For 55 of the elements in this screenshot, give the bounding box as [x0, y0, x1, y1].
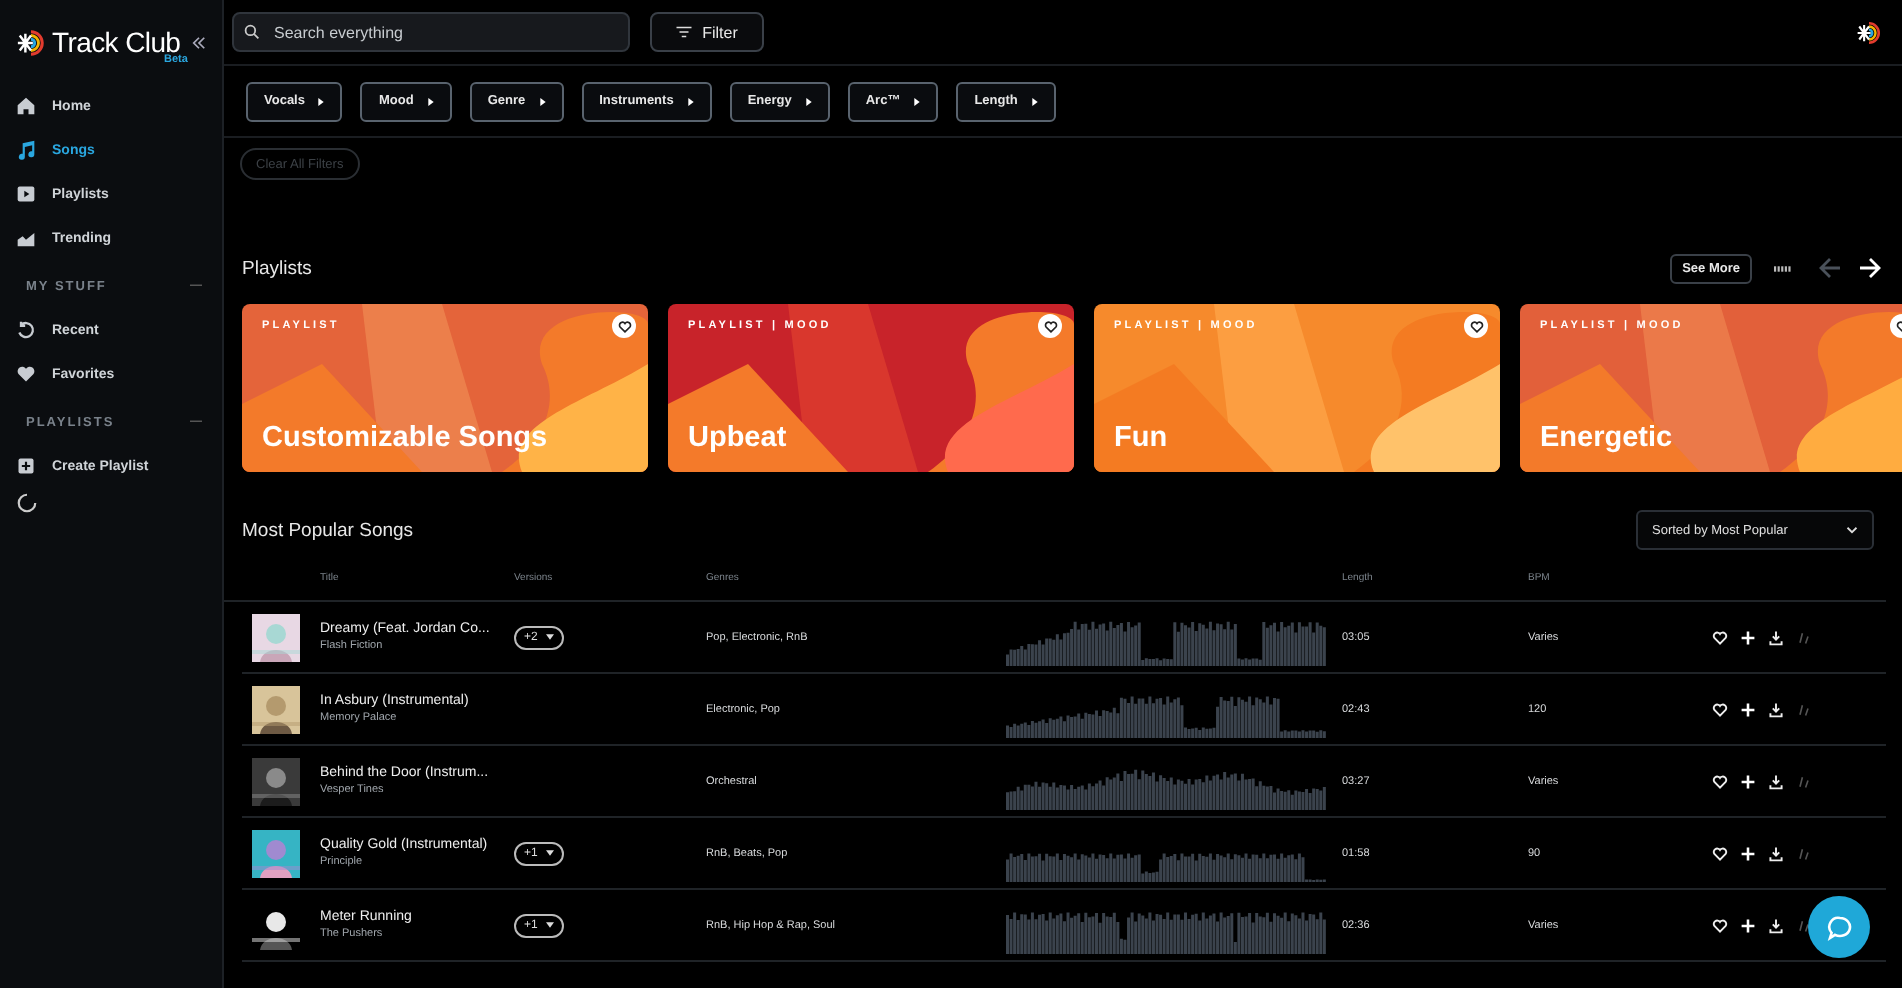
heart-icon	[1043, 319, 1057, 333]
download-icon[interactable]	[1768, 845, 1784, 861]
chart-icon	[16, 228, 36, 248]
slash-icon[interactable]	[1796, 917, 1812, 933]
download-icon[interactable]	[1768, 701, 1784, 717]
chat-button[interactable]	[1808, 896, 1870, 958]
pagination-dots-icon	[1774, 265, 1792, 271]
download-icon[interactable]	[1768, 773, 1784, 789]
download-icon[interactable]	[1768, 917, 1784, 933]
heart-icon	[16, 364, 36, 384]
add-icon	[16, 456, 36, 476]
home-icon	[16, 96, 36, 116]
caret-icon	[914, 97, 921, 105]
search-field[interactable]: Search everything	[232, 12, 630, 52]
caret-icon	[687, 97, 694, 105]
logo-icon	[1856, 19, 1882, 45]
music-note-icon	[16, 140, 36, 160]
download-icon[interactable]	[1768, 629, 1784, 645]
caret-icon	[1031, 97, 1038, 105]
chevron-down-icon	[1846, 526, 1858, 534]
add-icon[interactable]	[1740, 845, 1756, 861]
section-heading: Playlists	[242, 257, 312, 279]
caret-icon	[805, 97, 812, 105]
card-title: Customizable Songs	[262, 422, 548, 454]
caret-icon	[545, 634, 554, 640]
caret-icon	[318, 97, 325, 105]
add-icon[interactable]	[1740, 917, 1756, 933]
collapse-icon[interactable]	[192, 35, 207, 49]
next-arrow-icon[interactable]	[1858, 256, 1882, 280]
logo-icon	[16, 27, 46, 57]
heart-icon[interactable]	[1712, 773, 1728, 789]
heart-icon	[1469, 319, 1483, 333]
card-title: Upbeat	[688, 422, 787, 454]
caret-icon	[545, 850, 554, 856]
heart-icon[interactable]	[1712, 917, 1728, 933]
add-icon[interactable]	[1740, 773, 1756, 789]
heart-icon[interactable]	[1712, 629, 1728, 645]
add-icon[interactable]	[1740, 629, 1756, 645]
play-square-icon	[16, 184, 36, 204]
add-icon[interactable]	[1740, 701, 1756, 717]
chat-bubble-icon	[1825, 913, 1853, 941]
section-heading: Most Popular Songs	[242, 519, 414, 541]
card-title: Fun	[1114, 422, 1168, 454]
heart-icon	[617, 319, 631, 333]
history-icon	[16, 320, 36, 340]
caret-icon	[539, 97, 546, 105]
caret-icon	[545, 922, 554, 928]
heart-icon[interactable]	[1712, 845, 1728, 861]
card-title: Energetic	[1540, 422, 1673, 454]
caret-icon	[427, 97, 434, 105]
heart-icon[interactable]	[1712, 701, 1728, 717]
filter-button[interactable]: Filter	[650, 12, 764, 52]
filter-icon	[676, 26, 693, 38]
loading-spinner-icon	[16, 492, 38, 514]
search-icon	[244, 24, 260, 40]
